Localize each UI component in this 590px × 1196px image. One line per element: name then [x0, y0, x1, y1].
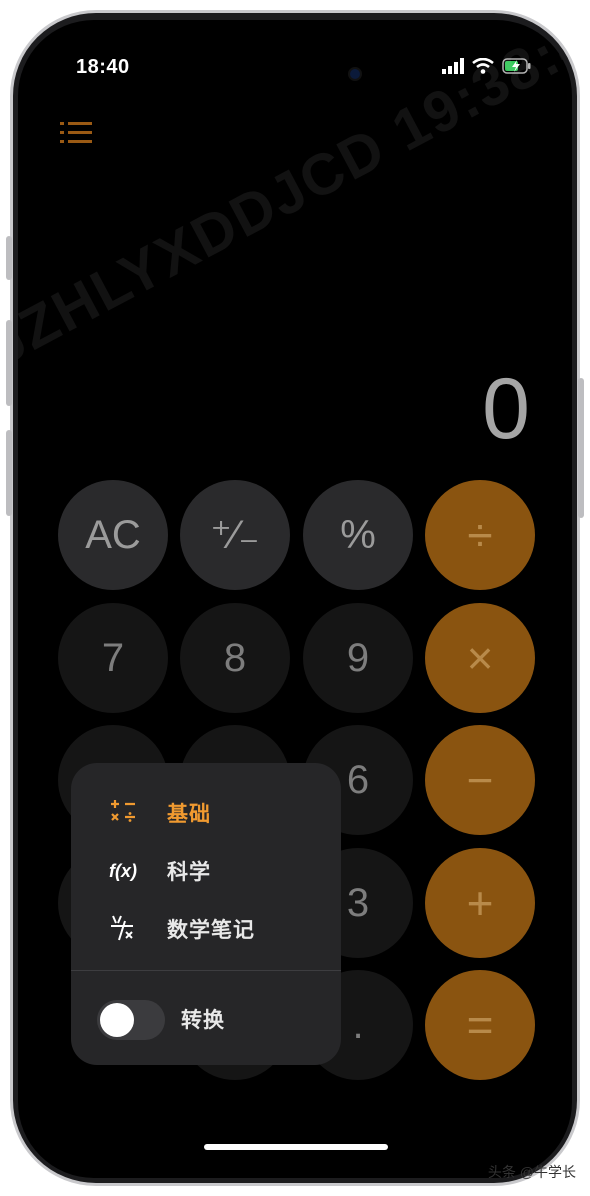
- digit-9-button[interactable]: 9: [303, 603, 413, 713]
- wifi-icon: [472, 58, 494, 74]
- menu-divider: [71, 970, 341, 971]
- convert-row: 转换: [143, 991, 293, 1047]
- clear-button[interactable]: AC: [58, 480, 168, 590]
- action-button: [6, 236, 12, 280]
- menu-item-basic-label: 基础: [167, 803, 211, 826]
- convert-label: 转换: [181, 1009, 225, 1032]
- menu-item-math-notes-label: 数学笔记: [167, 919, 255, 942]
- battery-charging-icon: [502, 58, 531, 74]
- cellular-signal-icon: [442, 58, 464, 74]
- status-icons: [442, 58, 532, 74]
- mode-menu-popup: 基础 f(x) 科学 数学笔记 转换: [71, 763, 341, 1065]
- percent-button[interactable]: %: [303, 480, 413, 590]
- result-display: 0: [482, 361, 530, 457]
- toggle-knob: [100, 1003, 134, 1037]
- toggle-sign-button[interactable]: ⁺∕₋: [180, 480, 290, 590]
- menu-item-scientific[interactable]: f(x) 科学: [71, 843, 341, 899]
- digit-8-button[interactable]: 8: [180, 603, 290, 713]
- plus-button[interactable]: +: [425, 848, 535, 958]
- function-icon: f(x): [109, 860, 137, 881]
- home-indicator[interactable]: [204, 1144, 388, 1150]
- volume-up-button: [6, 320, 12, 406]
- status-time: 18:40: [76, 56, 130, 78]
- basic-calculator-icon: [109, 798, 167, 829]
- volume-down-button: [6, 430, 12, 516]
- menu-item-scientific-label: 科学: [167, 861, 211, 884]
- digit-7-button[interactable]: 7: [58, 603, 168, 713]
- power-button: [578, 378, 584, 518]
- divide-button[interactable]: ÷: [425, 480, 535, 590]
- calculator-screen: 18:40 JZHLYXDDJCD 19:38:4 0 AC ⁺∕₋ % ÷ 7…: [18, 20, 572, 1178]
- mode-list-icon[interactable]: [60, 120, 92, 146]
- menu-item-basic[interactable]: 基础: [71, 785, 341, 841]
- multiply-button[interactable]: ×: [425, 603, 535, 713]
- credit-watermark: 头条 @牛学长: [487, 1164, 576, 1180]
- menu-item-math-notes[interactable]: 数学笔记: [71, 901, 341, 957]
- front-camera: [348, 67, 362, 81]
- math-notes-icon: [109, 913, 167, 946]
- equals-button[interactable]: =: [425, 970, 535, 1080]
- minus-button[interactable]: −: [425, 725, 535, 835]
